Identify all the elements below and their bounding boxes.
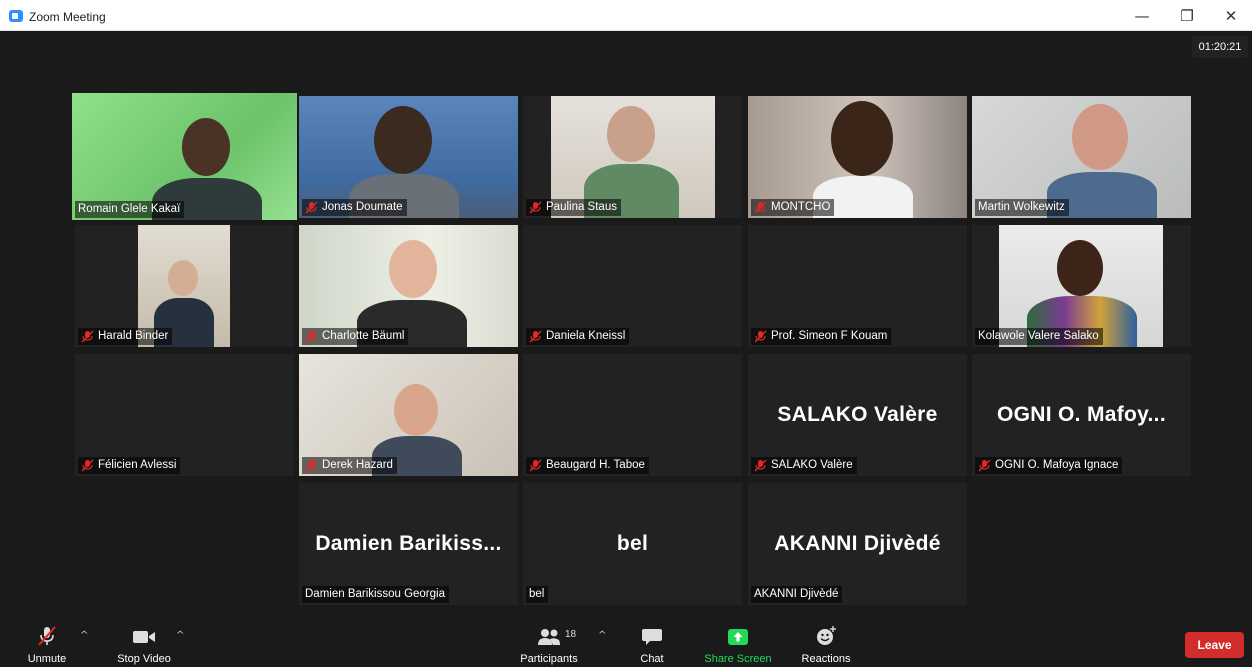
- close-button[interactable]: ✕: [1216, 5, 1246, 27]
- reaction-smiley-icon: [817, 626, 836, 645]
- window-title: Zoom Meeting: [29, 10, 106, 24]
- participant-tile[interactable]: SALAKO Valère SALAKO Valère: [748, 354, 967, 476]
- participant-display-name: Damien Barikiss...: [315, 532, 502, 555]
- minimize-button[interactable]: —: [1127, 5, 1157, 27]
- muted-microphone-icon: [529, 201, 542, 214]
- participant-tile[interactable]: Harald Binder: [75, 225, 294, 347]
- muted-microphone-icon: [81, 459, 94, 472]
- muted-microphone-icon: [754, 201, 767, 214]
- reactions-button[interactable]: Reactions: [794, 615, 858, 667]
- participant-name-label: Damien Barikissou Georgia: [302, 586, 449, 603]
- muted-microphone-icon: [754, 459, 767, 472]
- participant-tile[interactable]: Romain Glele Kakaï: [72, 93, 297, 220]
- muted-microphone-icon: [81, 330, 94, 343]
- unmute-label: Unmute: [27, 653, 67, 665]
- participant-name-label: Romain Glele Kakaï: [75, 201, 185, 218]
- participant-tile[interactable]: Félicien Avlessi: [75, 354, 294, 476]
- participant-name-label: Paulina Staus: [526, 199, 621, 216]
- chat-label: Chat: [640, 653, 664, 665]
- title-bar: Zoom Meeting — ❐ ✕: [0, 0, 1252, 31]
- participant-name-label: Prof. Simeon F Kouam: [751, 328, 892, 345]
- participant-name-label: Charlotte Bäuml: [302, 328, 409, 345]
- zoom-app-icon: [9, 10, 23, 22]
- participant-name-label: Félicien Avlessi: [78, 457, 181, 474]
- meeting-timer: 01:20:21: [1192, 36, 1248, 58]
- video-options-caret[interactable]: ^: [176, 630, 184, 641]
- participant-name-label: Kolawole Valere Salako: [975, 328, 1103, 345]
- muted-microphone-icon: [305, 201, 318, 214]
- participant-name-label: OGNI O. Mafoya Ignace: [975, 457, 1123, 474]
- participant-tile[interactable]: Kolawole Valere Salako: [972, 225, 1191, 347]
- participant-tile[interactable]: MONTCHO: [748, 96, 967, 218]
- participant-tile[interactable]: OGNI O. Mafoy... OGNI O. Mafoya Ignace: [972, 354, 1191, 476]
- muted-microphone-icon: [529, 330, 542, 343]
- stop-video-button[interactable]: Stop Video: [108, 615, 180, 667]
- meeting-toolbar: Unmute ^ Stop Video ^ 18 Participants ^ …: [0, 615, 1252, 667]
- participants-count: 18: [565, 629, 577, 640]
- video-gallery: 01:20:21 Romain Glele Kakaï Jonas Doumat…: [0, 31, 1252, 615]
- participants-options-caret[interactable]: ^: [598, 630, 606, 641]
- share-screen-label: Share Screen: [704, 653, 772, 665]
- participant-tile[interactable]: Charlotte Bäuml: [299, 225, 518, 347]
- participants-button[interactable]: 18 Participants: [512, 615, 586, 667]
- participant-tile[interactable]: AKANNI Djivèdé AKANNI Djivèdé: [748, 483, 967, 605]
- participants-label: Participants: [520, 653, 578, 665]
- participant-name-label: Martin Wolkewitz: [975, 199, 1069, 216]
- participant-display-name: AKANNI Djivèdé: [774, 532, 941, 555]
- muted-microphone-icon: [305, 330, 318, 343]
- muted-microphone-icon: [978, 459, 991, 472]
- chat-button[interactable]: Chat: [630, 615, 674, 667]
- muted-microphone-icon: [305, 459, 318, 472]
- participant-tile[interactable]: Beaugard H. Taboe: [523, 354, 742, 476]
- video-camera-icon: [133, 631, 155, 643]
- participant-display-name: bel: [616, 532, 649, 555]
- participant-name-label: AKANNI Djivèdé: [751, 586, 843, 603]
- muted-microphone-icon: [754, 330, 767, 343]
- participant-tile[interactable]: Paulina Staus: [523, 96, 742, 218]
- share-screen-button[interactable]: Share Screen: [700, 615, 776, 667]
- restore-button[interactable]: ❐: [1172, 5, 1202, 27]
- muted-microphone-icon: [38, 626, 56, 646]
- leave-button[interactable]: Leave: [1185, 632, 1244, 658]
- participant-name-label: Beaugard H. Taboe: [526, 457, 649, 474]
- stop-video-label: Stop Video: [117, 653, 171, 665]
- participant-tile[interactable]: Derek Hazard: [299, 354, 518, 476]
- participant-tile[interactable]: Prof. Simeon F Kouam: [748, 225, 967, 347]
- participant-name-label: Derek Hazard: [302, 457, 397, 474]
- participant-tile[interactable]: bel bel: [523, 483, 742, 605]
- participant-tile[interactable]: Daniela Kneissl: [523, 225, 742, 347]
- participant-name-label: Jonas Doumate: [302, 199, 407, 216]
- participant-tile[interactable]: Martin Wolkewitz: [972, 96, 1191, 218]
- chat-bubble-icon: [642, 629, 662, 645]
- participant-tile[interactable]: Damien Barikiss... Damien Barikissou Geo…: [299, 483, 518, 605]
- muted-microphone-icon: [529, 459, 542, 472]
- participant-name-label: Harald Binder: [78, 328, 173, 345]
- participant-name-label: bel: [526, 586, 549, 603]
- participants-icon: [538, 629, 560, 645]
- participant-name-label: Daniela Kneissl: [526, 328, 630, 345]
- participant-name-label: MONTCHO: [751, 199, 835, 216]
- audio-options-caret[interactable]: ^: [80, 630, 88, 641]
- participant-display-name: OGNI O. Mafoy...: [997, 403, 1166, 426]
- unmute-button[interactable]: Unmute: [22, 615, 72, 667]
- share-screen-icon: [728, 629, 748, 645]
- participant-name-label: SALAKO Valère: [751, 457, 857, 474]
- participant-display-name: SALAKO Valère: [777, 403, 938, 426]
- participant-tile[interactable]: Jonas Doumate: [299, 96, 518, 218]
- reactions-label: Reactions: [801, 653, 851, 665]
